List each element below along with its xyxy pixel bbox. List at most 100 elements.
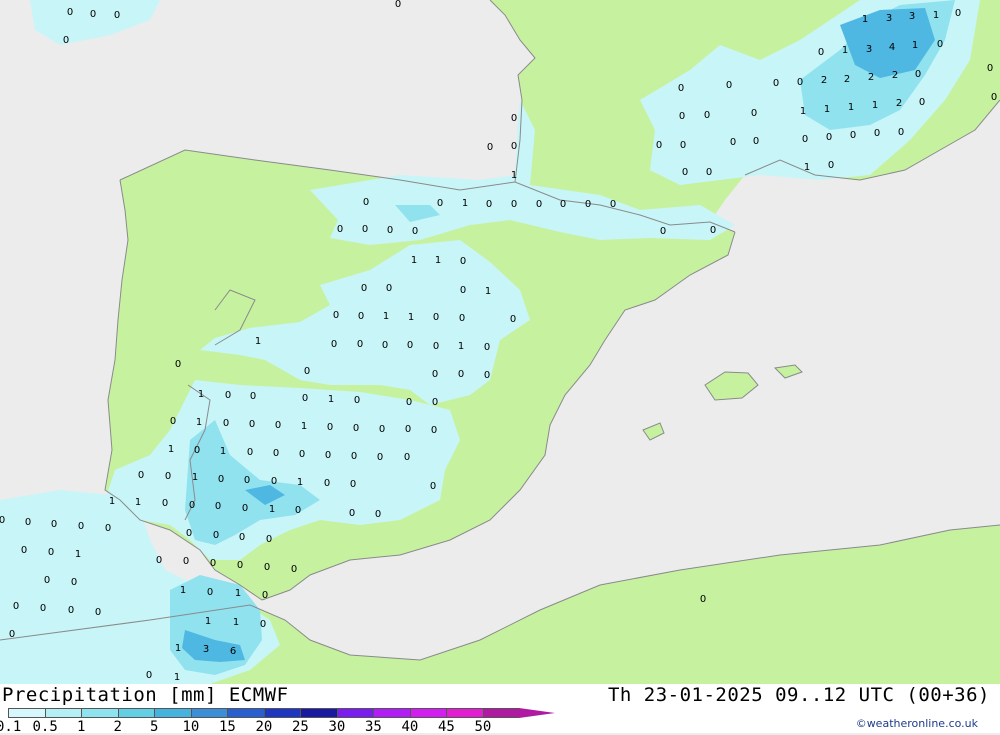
precip-value-label: 1 [75,549,81,560]
precip-value-label: 0 [406,397,412,408]
precip-value-label: 0 [656,140,662,151]
precip-value-label: 1 [485,286,491,297]
precip-value-label: 0 [350,479,356,490]
precip-value-label: 0 [610,199,616,210]
precip-value-label: 0 [680,140,686,151]
precip-value-label: 0 [299,449,305,460]
precip-value-label: 0 [183,556,189,567]
precip-value-label: 0 [170,416,176,427]
precip-value-label: 1 [824,104,830,115]
precip-value-label: 0 [660,226,666,237]
precip-value-label: 1 [383,311,389,322]
precip-value-label: 0 [225,390,231,401]
precip-value-label: 0 [13,601,19,612]
precip-value-label: 1 [135,497,141,508]
credit-text[interactable]: ©weatheronline.co.uk [856,717,978,730]
precip-value-label: 1 [301,421,307,432]
precip-value-label: 0 [375,509,381,520]
precip-value-label: 0 [114,10,120,21]
precip-value-label: 1 [511,170,517,181]
precip-value-label: 0 [802,134,808,145]
precip-value-label: 0 [264,562,270,573]
precip-value-label: 0 [487,142,493,153]
precip-value-label: 0 [262,590,268,601]
precip-value-label: 0 [955,8,961,19]
precip-value-label: 0 [430,481,436,492]
precip-value-label: 0 [67,7,73,18]
precipitation-map: 0 0 0 0 0 1 3 3 1 0 0 1 3 4 1 0 0 0 0 0 2 2 2 2 0 0 0 0 0 1 1 1 1 2 0 0 0 0 0 0… [0,0,1000,684]
scale-swatch [373,708,410,718]
precip-value-label: 0 [175,359,181,370]
precip-value-label: 0 [327,422,333,433]
precip-value-label: 0 [21,545,27,556]
precip-value-label: 0 [249,419,255,430]
precip-value-label: 0 [353,423,359,434]
precip-value-label: 0 [460,285,466,296]
precip-value-label: 6 [230,646,236,657]
precip-value-label: 0 [271,476,277,487]
precip-value-label: 0 [237,560,243,571]
precip-value-label: 0 [357,339,363,350]
precip-value-label: 0 [275,420,281,431]
precip-value-label: 0 [511,141,517,152]
precip-value-label: 0 [354,395,360,406]
precip-value-label: 0 [260,619,266,630]
precip-value-label: 0 [51,519,57,530]
precip-value-label: 1 [192,472,198,483]
precip-value-label: 0 [937,39,943,50]
precip-value-label: 0 [818,47,824,58]
precip-value-label: 0 [919,97,925,108]
precip-value-label: 0 [751,108,757,119]
precip-value-label: 0 [386,283,392,294]
precip-value-label: 0 [71,577,77,588]
precip-value-label: 0 [210,558,216,569]
precip-value-label: 0 [874,128,880,139]
scale-swatch [300,708,337,718]
precip-value-label: 2 [821,75,827,86]
precip-value-label: 1 [255,336,261,347]
precip-value-label: 0 [700,594,706,605]
precip-value-label: 0 [437,198,443,209]
precip-value-label: 0 [0,515,5,526]
precip-value-label: 0 [560,199,566,210]
precip-value-label: 0 [266,534,272,545]
precip-value-label: 0 [331,339,337,350]
precip-value-label: 0 [9,629,15,640]
precip-value-label: 0 [162,498,168,509]
precip-value-label: 0 [460,256,466,267]
precip-value-label: 0 [48,547,54,558]
precip-value-label: 0 [486,199,492,210]
precip-value-label: 0 [351,451,357,462]
scale-swatch [409,708,446,718]
precip-value-label: 0 [432,369,438,380]
precip-value-label: 0 [511,113,517,124]
precip-value-label: 0 [382,340,388,351]
precip-value-label: 0 [726,80,732,91]
precip-value-label: 0 [585,199,591,210]
precip-value-label: 0 [215,501,221,512]
scale-swatch [446,708,483,718]
precip-value-label: 1 [297,477,303,488]
precip-value-label: 0 [247,447,253,458]
precip-value-label: 0 [991,92,997,103]
precip-value-label: 0 [250,391,256,402]
precip-value-label: 0 [349,508,355,519]
precip-value-label: 0 [484,342,490,353]
precip-value-label: 0 [898,127,904,138]
precip-value-label: 1 [220,446,226,457]
precip-value-label: 0 [337,224,343,235]
precip-value-label: 0 [773,78,779,89]
precip-value-label: 0 [407,340,413,351]
precip-value-label: 0 [362,224,368,235]
precip-value-label: 0 [189,500,195,511]
color-scale [8,708,555,718]
precip-value-label: 0 [706,167,712,178]
precip-value-label: 1 [408,312,414,323]
precip-value-label: 0 [304,366,310,377]
precip-value-label: 1 [180,585,186,596]
scale-arrow-icon [519,708,555,718]
map-title: Precipitation [mm] ECMWF [2,684,289,706]
precip-value-label: 1 [328,394,334,405]
precip-value-label: 1 [233,617,239,628]
precip-value-label: 0 [828,160,834,171]
